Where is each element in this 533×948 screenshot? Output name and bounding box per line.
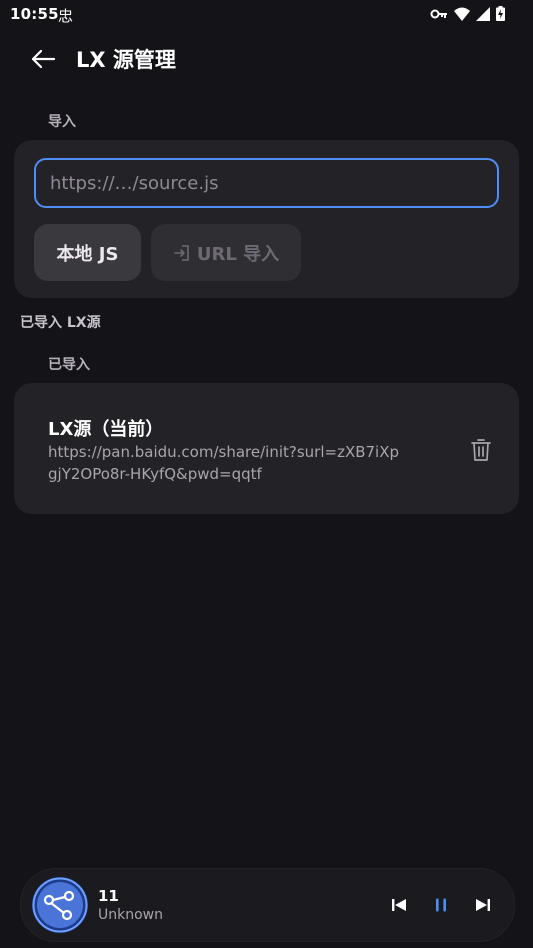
- pause-icon: [436, 898, 446, 912]
- status-bar: 10:55 忠: [0, 0, 533, 30]
- source-name: LX源（当前）: [48, 419, 164, 440]
- album-art[interactable]: [31, 876, 89, 934]
- import-card: 本地 JS URL 导入: [14, 140, 519, 298]
- status-icons: [430, 6, 505, 21]
- source-url: https://pan.baidu.com/share/init?surl=zX…: [48, 443, 400, 483]
- vpn-key-icon: [430, 9, 447, 18]
- trash-icon: [471, 439, 491, 461]
- login-icon: [174, 244, 189, 261]
- import-section-label: 导入: [48, 114, 76, 130]
- app-bar: LX 源管理: [0, 30, 533, 88]
- skip-previous-icon: [392, 899, 406, 911]
- track-artist: Unknown: [98, 907, 163, 923]
- imported-sources-header: 已导入 LX源: [20, 315, 101, 331]
- url-input[interactable]: [34, 158, 499, 208]
- battery-charging-icon: [496, 6, 505, 21]
- back-button[interactable]: [27, 44, 59, 74]
- url-import-button[interactable]: URL 导入: [151, 224, 301, 281]
- mini-player[interactable]: 11 Unknown: [20, 868, 515, 942]
- arrow-left-icon: [31, 49, 56, 69]
- previous-button[interactable]: [387, 893, 411, 917]
- track-title: 11: [98, 887, 119, 905]
- status-time: 10:55: [10, 5, 59, 23]
- list-item[interactable]: LX源（当前） https://pan.baidu.com/share/init…: [14, 383, 519, 514]
- album-art-icon: [32, 877, 88, 933]
- next-button[interactable]: [471, 893, 495, 917]
- pause-button[interactable]: [429, 893, 453, 917]
- wifi-icon: [454, 7, 470, 21]
- delete-button[interactable]: [466, 435, 496, 465]
- skip-next-icon: [476, 899, 490, 911]
- imported-section-label: 已导入: [48, 357, 90, 373]
- notification-icon: 忠: [58, 7, 74, 25]
- signal-icon: [476, 6, 490, 21]
- local-js-button[interactable]: 本地 JS: [34, 224, 141, 281]
- local-js-button-label: 本地 JS: [56, 243, 119, 265]
- url-import-button-label: URL 导入: [196, 243, 280, 265]
- page-title: LX 源管理: [76, 48, 176, 72]
